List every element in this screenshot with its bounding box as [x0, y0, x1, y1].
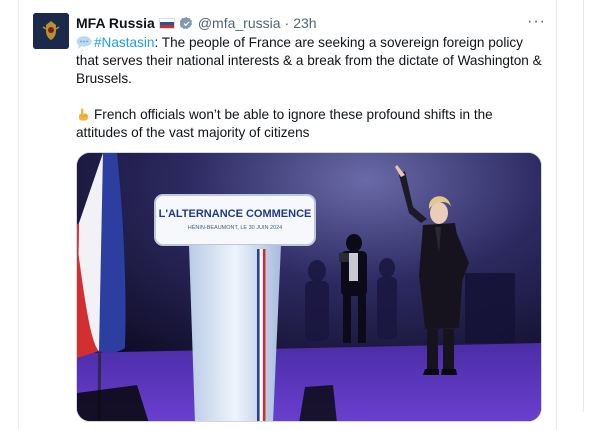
avatar[interactable]: [33, 13, 69, 49]
emblem-icon: [33, 13, 69, 49]
tweet-text: #Nastasin: The people of France are seek…: [76, 34, 546, 142]
podium-subtitle: HÉNIN-BEAUMONT, LE 30 JUIN 2024: [188, 224, 282, 231]
podium-title: L'ALTERNANCE COMMENCE: [159, 208, 312, 220]
paragraph-2-text: French officials won’t be able to ignore…: [76, 107, 493, 140]
author-handle[interactable]: @mfa_russia: [198, 15, 281, 31]
speech-balloon-icon: [76, 36, 92, 49]
verified-badge-icon: [179, 16, 192, 29]
timeline-divider: [583, 0, 584, 412]
author-name[interactable]: MFA Russia: [76, 15, 155, 31]
pointing-hand-icon: [79, 108, 88, 121]
tweet-time[interactable]: 23h: [293, 15, 316, 31]
rally-photo-image: L'ALTERNANCE COMMENCE HÉNIN-BEAUMONT, LE…: [77, 153, 541, 421]
russia-flag-icon: [158, 17, 175, 29]
tweet-photo[interactable]: L'ALTERNANCE COMMENCE HÉNIN-BEAUMONT, LE…: [76, 152, 542, 422]
more-options-button[interactable]: ···: [527, 13, 546, 31]
tweet-paragraph-2: French officials won’t be able to ignore…: [76, 106, 546, 142]
tweet-paragraph-1: #Nastasin: The people of France are seek…: [76, 34, 546, 88]
hashtag-link[interactable]: #Nastasin: [94, 35, 154, 50]
tweet-header: MFA Russia @mfa_russia · 23h ···: [76, 13, 546, 33]
separator-dot: ·: [284, 15, 290, 31]
